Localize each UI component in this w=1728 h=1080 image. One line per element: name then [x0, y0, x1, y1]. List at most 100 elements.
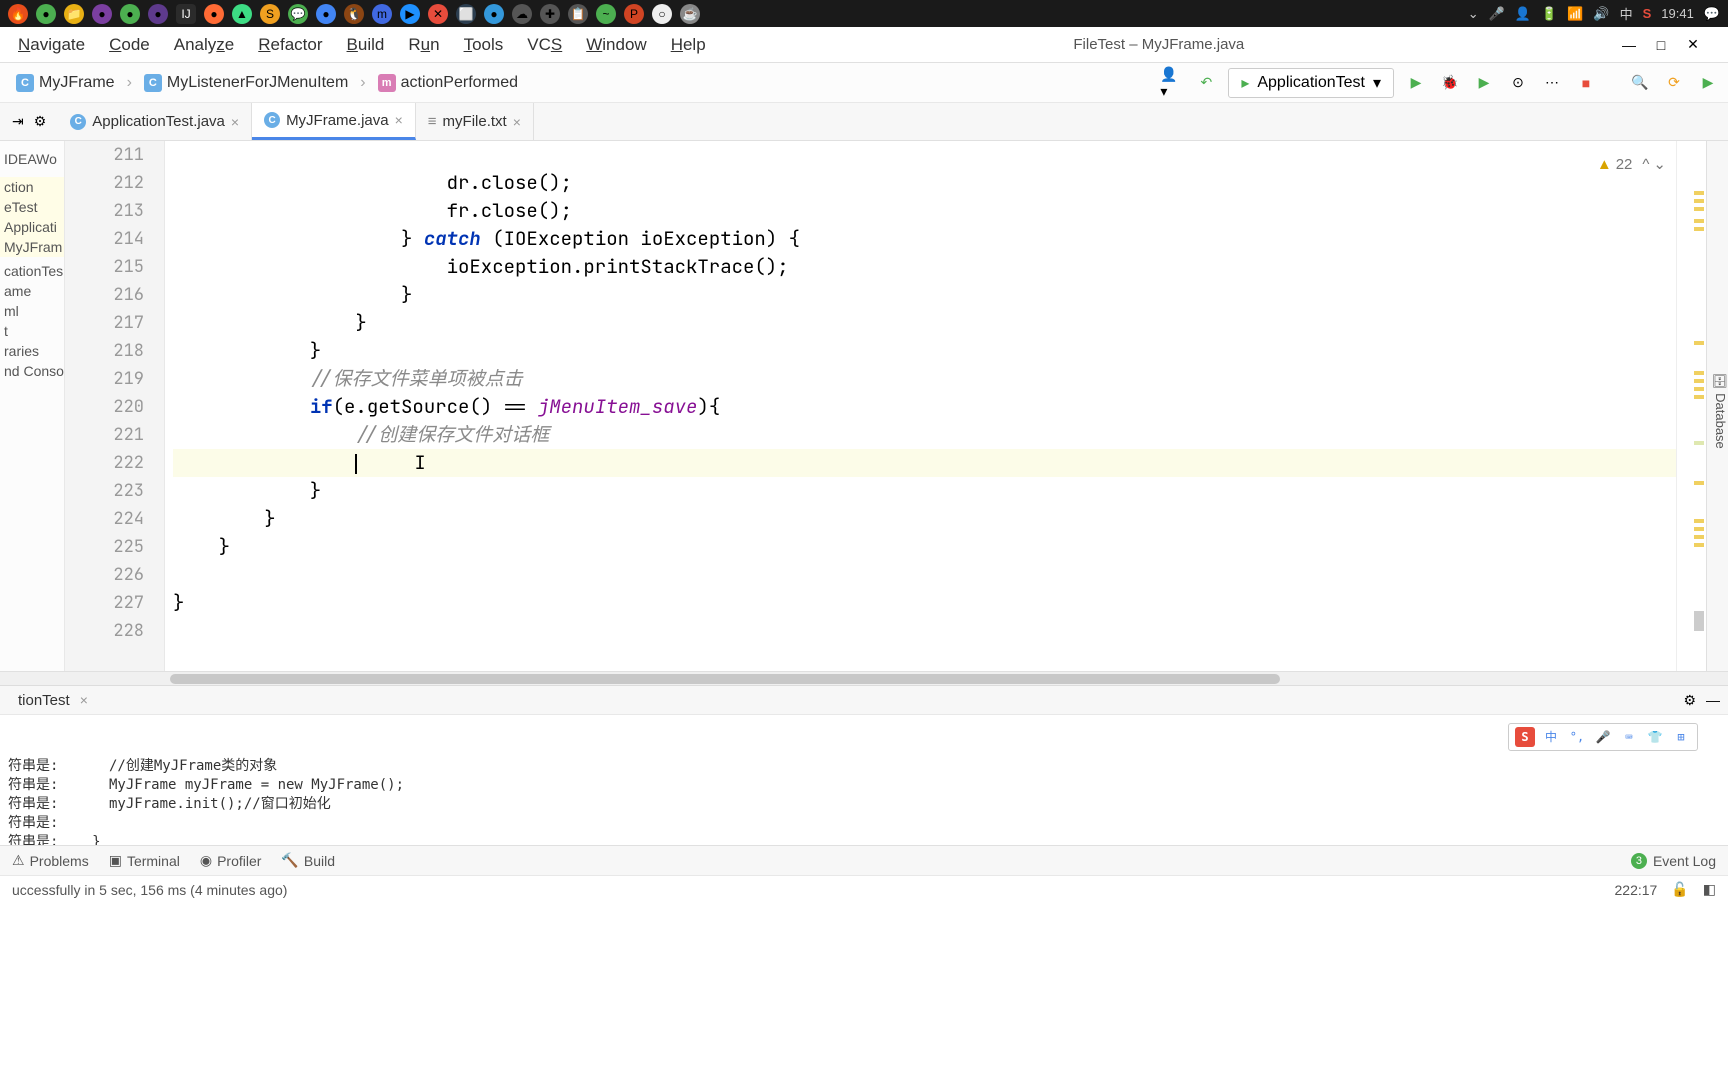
menu-tools[interactable]: Tools — [454, 31, 514, 59]
wifi-icon[interactable]: 📶 — [1567, 6, 1583, 22]
breadcrumb-item[interactable]: m actionPerformed — [370, 70, 526, 96]
minimize-icon[interactable]: — — [1706, 692, 1720, 709]
back-icon[interactable]: ↶ — [1194, 71, 1218, 95]
coverage-button[interactable]: ▶ — [1472, 71, 1496, 95]
chevron-up-icon[interactable]: ^ — [1642, 156, 1649, 173]
app-icon[interactable]: P — [624, 4, 644, 24]
sync-icon[interactable]: ⟳ — [1662, 71, 1686, 95]
chevron-down-icon[interactable]: ⌄ — [1468, 6, 1479, 22]
run-config-selector[interactable]: ▸ ApplicationTest ▾ — [1228, 68, 1394, 98]
event-log-tab[interactable]: Event Log — [1653, 853, 1716, 869]
notification-icon[interactable]: 💬 — [1704, 6, 1720, 22]
close-icon[interactable]: × — [80, 692, 88, 708]
menu-help[interactable]: Help — [661, 31, 716, 59]
app-icon[interactable]: ☁ — [512, 4, 532, 24]
warnings-badge[interactable]: ▲ 22 ^ ⌄ — [1597, 155, 1666, 173]
app-icon[interactable]: ▶ — [400, 4, 420, 24]
menu-vcs[interactable]: VCS — [517, 31, 572, 59]
attach-button[interactable]: ⋯ — [1540, 71, 1564, 95]
code-editor[interactable]: dr.close(); fr.close(); } catch (IOExcep… — [165, 141, 1676, 671]
sogou-icon[interactable]: S — [1515, 727, 1535, 747]
maximize-button[interactable]: □ — [1654, 38, 1668, 52]
close-icon[interactable]: × — [231, 114, 239, 130]
app-icon[interactable]: ~ — [596, 4, 616, 24]
line-number-gutter[interactable]: 2112122132142152162172182192202212222232… — [65, 141, 165, 671]
forward-icon[interactable]: ▶ — [1696, 71, 1720, 95]
ime-skin-icon[interactable]: 👕 — [1645, 727, 1665, 747]
volume-icon[interactable]: 🔊 — [1593, 6, 1609, 22]
gear-icon[interactable]: ⚙ — [1683, 692, 1696, 709]
tab-myfile[interactable]: ≡ myFile.txt × — [416, 103, 534, 140]
menu-code[interactable]: Code — [99, 31, 160, 59]
close-icon[interactable]: × — [395, 112, 403, 128]
app-icon[interactable]: ● — [92, 4, 112, 24]
search-icon[interactable]: 🔍 — [1628, 71, 1652, 95]
profiler-tab[interactable]: ◉ Profiler — [200, 852, 262, 869]
app-icon[interactable]: ● — [484, 4, 504, 24]
app-icon[interactable]: 📁 — [64, 4, 84, 24]
app-icon[interactable]: ● — [148, 4, 168, 24]
app-icon[interactable]: IJ — [176, 4, 196, 24]
menu-build[interactable]: Build — [337, 31, 395, 59]
collapse-icon[interactable]: ⇥ — [12, 113, 24, 130]
horizontal-scrollbar[interactable] — [0, 671, 1728, 685]
tray-icon[interactable]: 👤 — [1515, 6, 1531, 22]
chevron-down-icon[interactable]: ⌄ — [1653, 155, 1666, 173]
scrollbar-thumb[interactable] — [170, 674, 1280, 684]
user-icon[interactable]: 👤▾ — [1160, 71, 1184, 95]
sogou-icon[interactable]: S — [1643, 6, 1652, 21]
tab-applicationtest[interactable]: C ApplicationTest.java × — [58, 103, 252, 140]
app-icon[interactable]: ○ — [652, 4, 672, 24]
ime-keyboard-icon[interactable]: ⌨ — [1619, 727, 1639, 747]
database-tool-window[interactable]: 🗄 Database — [1706, 141, 1728, 671]
close-icon[interactable]: × — [513, 114, 521, 130]
app-icon[interactable]: ● — [36, 4, 56, 24]
close-button[interactable]: ✕ — [1686, 38, 1700, 52]
menu-run[interactable]: Run — [398, 31, 449, 59]
tab-myjframe[interactable]: C MyJFrame.java × — [252, 103, 416, 140]
build-tab[interactable]: 🔨 Build — [281, 852, 335, 869]
stop-button[interactable]: ■ — [1574, 71, 1598, 95]
breadcrumb-item[interactable]: C MyListenerForJMenuItem — [136, 70, 356, 96]
caret-position[interactable]: 222:17 — [1615, 882, 1658, 898]
problems-tab[interactable]: ⚠ Problems — [12, 852, 89, 869]
app-icon[interactable]: ✚ — [540, 4, 560, 24]
console-output[interactable]: S 中 °, 🎤 ⌨ 👕 ⊞ 符串是: //创建MyJFrame类的对象符串是:… — [0, 715, 1728, 845]
terminal-tab[interactable]: ▣ Terminal — [109, 852, 180, 869]
console-tab[interactable]: tionTest — [8, 688, 80, 713]
app-icon[interactable]: ● — [204, 4, 224, 24]
menu-refactor[interactable]: Refactor — [248, 31, 332, 59]
app-icon[interactable]: 🔥 — [8, 4, 28, 24]
menu-navigate[interactable]: Navigate — [8, 31, 95, 59]
inspection-gutter[interactable]: ▲ 22 ^ ⌄ — [1676, 141, 1706, 671]
app-icon[interactable]: ● — [120, 4, 140, 24]
ime-lang[interactable]: 中 — [1620, 4, 1633, 23]
run-button[interactable]: ▶ — [1404, 71, 1428, 95]
app-icon[interactable]: ✕ — [428, 4, 448, 24]
lock-icon[interactable]: 🔓 — [1671, 881, 1688, 898]
project-tool-window[interactable]: IDEAWo ction eTest Applicati MyJFram cat… — [0, 141, 65, 671]
mic-icon[interactable]: 🎤 — [1489, 6, 1505, 22]
app-icon[interactable]: S — [260, 4, 280, 24]
app-icon[interactable]: ☕ — [680, 4, 700, 24]
app-icon[interactable]: 💬 — [288, 4, 308, 24]
minimize-button[interactable]: — — [1622, 38, 1636, 52]
gear-icon[interactable]: ⚙ — [34, 113, 47, 130]
ime-grid-icon[interactable]: ⊞ — [1671, 727, 1691, 747]
profile-button[interactable]: ⊙ — [1506, 71, 1530, 95]
ime-punct[interactable]: °, — [1567, 727, 1587, 747]
app-icon[interactable]: 📋 — [568, 4, 588, 24]
app-icon[interactable]: ▲ — [232, 4, 252, 24]
ime-mode[interactable]: 中 — [1541, 727, 1561, 747]
app-icon[interactable]: m — [372, 4, 392, 24]
app-icon[interactable]: ● — [316, 4, 336, 24]
app-icon[interactable]: ⬜ — [456, 4, 476, 24]
menu-window[interactable]: Window — [576, 31, 656, 59]
battery-icon[interactable]: 🔋 — [1541, 6, 1557, 22]
menu-analyze[interactable]: Analyze — [164, 31, 245, 59]
indicator-icon[interactable]: ◧ — [1703, 881, 1716, 898]
ime-mic-icon[interactable]: 🎤 — [1593, 727, 1613, 747]
app-icon[interactable]: 🐧 — [344, 4, 364, 24]
ime-toolbar[interactable]: S 中 °, 🎤 ⌨ 👕 ⊞ — [1508, 723, 1698, 751]
debug-button[interactable]: 🐞 — [1438, 71, 1462, 95]
